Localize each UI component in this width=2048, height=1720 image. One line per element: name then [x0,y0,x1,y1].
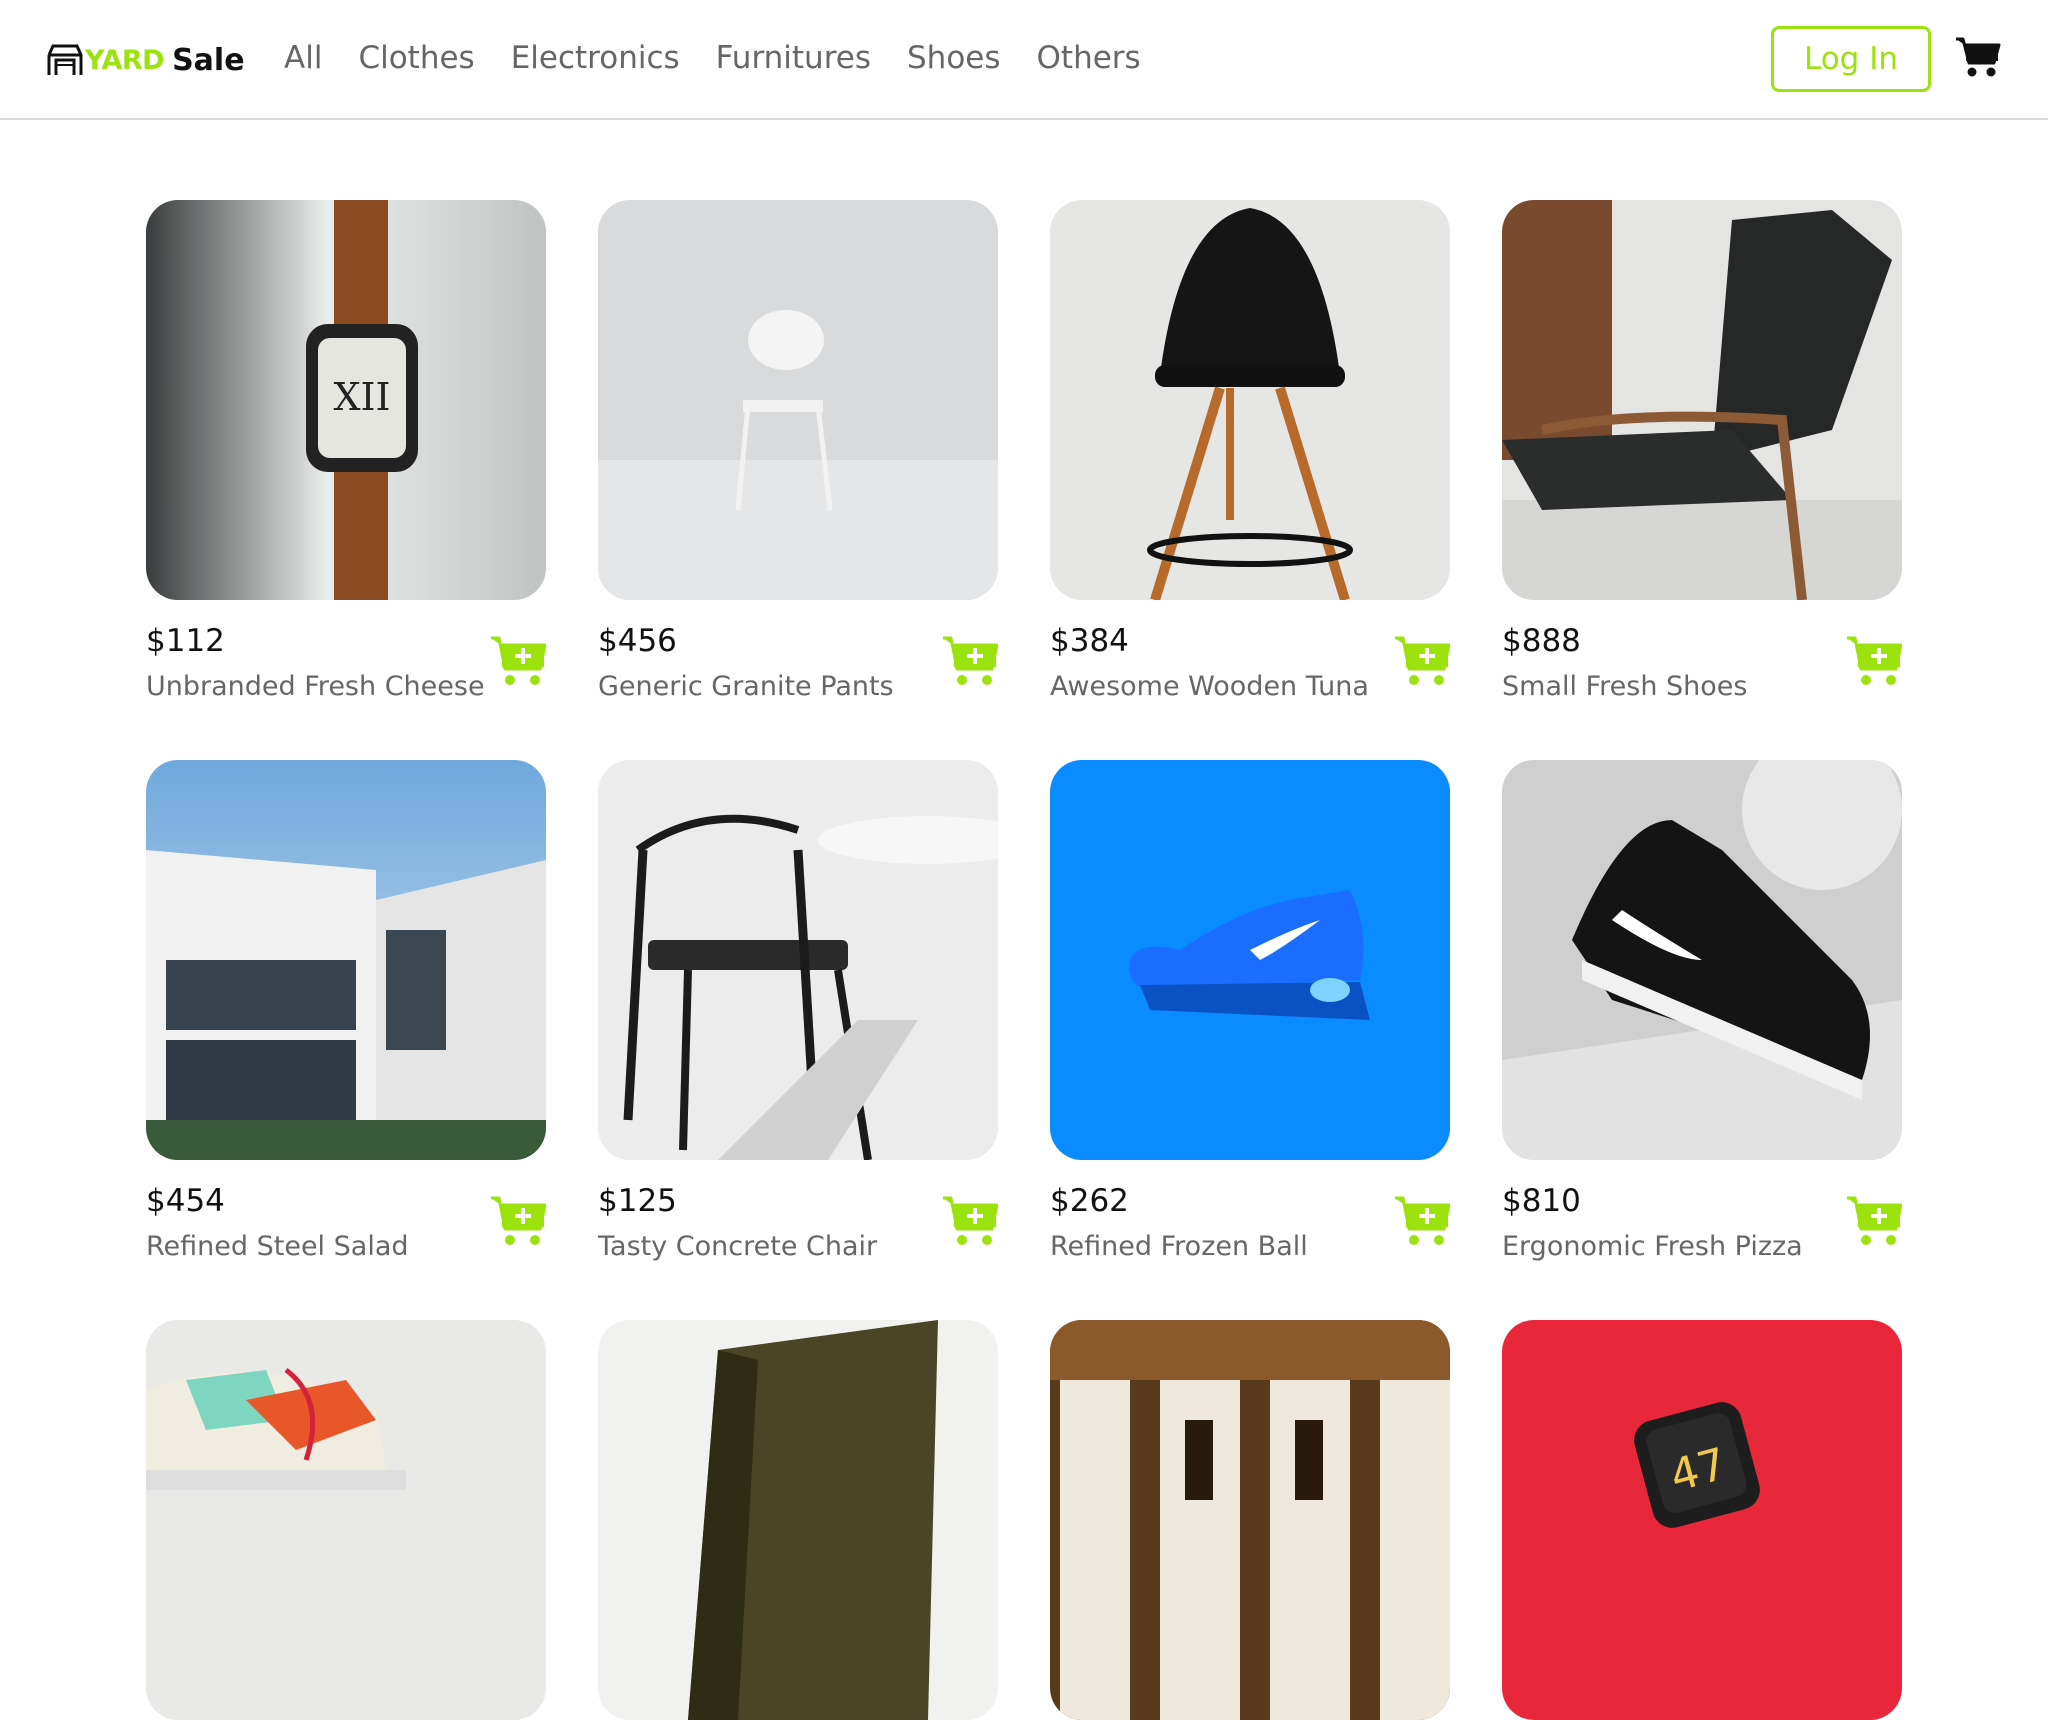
nav-link-all[interactable]: All [284,40,322,76]
nav-link-clothes[interactable]: Clothes [358,40,474,76]
olive-chair-photo[interactable] [598,1320,998,1720]
product-price: $456 [598,623,677,659]
product-card[interactable] [598,1320,998,1720]
product-card[interactable] [146,1320,546,1720]
nav-link-furnitures[interactable]: Furnitures [716,40,871,76]
login-button[interactable]: Log In [1771,26,1931,92]
product-price: $384 [1050,623,1129,659]
product-price: $888 [1502,623,1581,659]
cart-add-icon[interactable] [1394,635,1450,687]
product-name[interactable]: Small Fresh Shoes [1502,671,1747,702]
nav-link-others[interactable]: Others [1037,40,1141,76]
product-card[interactable]: $888 Small Fresh Shoes [1502,200,1902,702]
black-stool-photo[interactable] [1050,200,1450,600]
logo-name: Sale [172,42,245,78]
wishbone-chair-photo[interactable] [598,760,998,1160]
cart-add-icon[interactable] [1846,1195,1902,1247]
shopping-cart-icon[interactable] [1955,36,2001,78]
product-info: $262 Refined Frozen Ball [1050,1183,1450,1273]
product-card[interactable]: $454 Refined Steel Salad [146,760,546,1262]
product-card[interactable]: $125 Tasty Concrete Chair [598,760,998,1262]
product-card[interactable]: $810 Ergonomic Fresh Pizza [1502,760,1902,1262]
navbar: YARD Sale All Clothes Electronics Furnit… [0,0,2048,120]
product-name[interactable]: Tasty Concrete Chair [598,1231,877,1262]
logo[interactable]: YARD Sale [47,40,245,80]
product-card[interactable]: XII $112 Unbranded Fresh Cheese [146,200,546,702]
category-nav: All Clothes Electronics Furnitures Shoes… [284,40,1141,76]
logo-accent: YARD [85,44,165,76]
nav-link-electronics[interactable]: Electronics [511,40,680,76]
svg-text:XII: XII [333,375,390,419]
product-info: $810 Ergonomic Fresh Pizza [1502,1183,1902,1273]
product-price: $125 [598,1183,677,1219]
product-card[interactable]: 47 [1502,1320,1902,1720]
nav-link-shoes[interactable]: Shoes [907,40,1001,76]
product-info: $456 Generic Granite Pants [598,623,998,713]
blue-sneaker-photo[interactable] [1050,760,1450,1160]
doom-poster-photo[interactable] [1050,1320,1450,1720]
cart-add-icon[interactable] [942,1195,998,1247]
product-name[interactable]: Refined Frozen Ball [1050,1231,1308,1262]
red-watch-photo[interactable]: 47 [1502,1320,1902,1720]
product-price: $810 [1502,1183,1581,1219]
product-name[interactable]: Awesome Wooden Tuna [1050,671,1369,702]
product-price: $454 [146,1183,225,1219]
product-card[interactable]: $262 Refined Frozen Ball [1050,760,1450,1262]
storefront-icon [47,44,83,75]
product-name[interactable]: Ergonomic Fresh Pizza [1502,1231,1803,1262]
product-card[interactable]: $384 Awesome Wooden Tuna [1050,200,1450,702]
product-name[interactable]: Generic Granite Pants [598,671,894,702]
white-chair-photo[interactable] [598,200,998,600]
product-info: $888 Small Fresh Shoes [1502,623,1902,713]
product-card[interactable] [1050,1320,1450,1720]
cart-add-icon[interactable] [490,635,546,687]
product-info: $384 Awesome Wooden Tuna [1050,623,1450,713]
product-name[interactable]: Unbranded Fresh Cheese [146,671,485,702]
product-price: $112 [146,623,225,659]
product-grid: XII $112 Unbranded Fresh Cheese $456 Gen… [146,200,1902,1720]
black-sneaker-photo[interactable] [1502,760,1902,1160]
modern-house-photo[interactable] [146,760,546,1160]
cart-add-icon[interactable] [1846,635,1902,687]
cart-add-icon[interactable] [1394,1195,1450,1247]
colorful-sneaker-photo[interactable] [146,1320,546,1720]
product-info: $125 Tasty Concrete Chair [598,1183,998,1273]
armchair-photo[interactable] [1502,200,1902,600]
smartwatch-photo[interactable]: XII [146,200,546,600]
product-info: $112 Unbranded Fresh Cheese [146,623,546,713]
product-info: $454 Refined Steel Salad [146,1183,546,1273]
cart-add-icon[interactable] [942,635,998,687]
product-card[interactable]: $456 Generic Granite Pants [598,200,998,702]
cart-add-icon[interactable] [490,1195,546,1247]
product-price: $262 [1050,1183,1129,1219]
product-name[interactable]: Refined Steel Salad [146,1231,409,1262]
